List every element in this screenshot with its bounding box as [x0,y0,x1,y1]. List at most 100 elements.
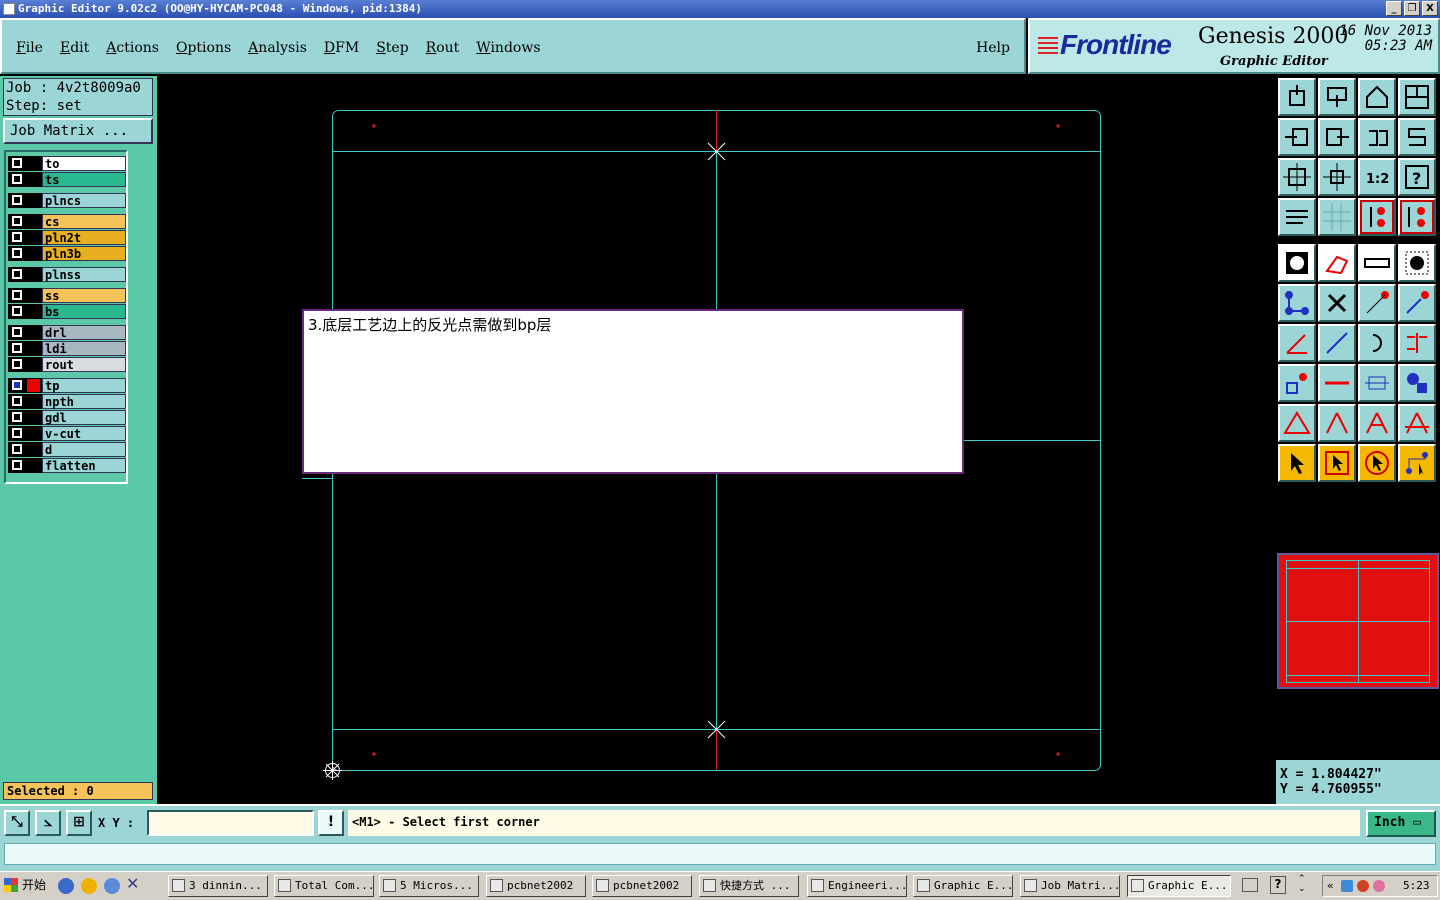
polygon-icon[interactable] [1318,244,1356,282]
layer-row[interactable]: plnss [8,267,126,282]
menu-windows[interactable]: Windows [476,40,540,56]
zoom-home-icon[interactable] [1278,78,1316,116]
overview-map[interactable] [1277,553,1439,689]
a-frame-icon[interactable] [1318,404,1356,442]
menu-step[interactable]: Step [376,40,408,56]
triangle-icon[interactable] [1278,404,1316,442]
tray-expand-icon[interactable]: « [1327,876,1334,896]
home-icon[interactable] [1358,78,1396,116]
layer-name[interactable]: tp [42,378,126,393]
layer-checkbox[interactable] [8,341,42,356]
pointer-net-icon[interactable] [1398,444,1436,482]
units-select[interactable]: Inch ▭ [1366,810,1436,837]
circle-select-icon[interactable] [1398,244,1436,282]
layer-name[interactable]: cs [42,214,126,229]
layer-checkbox[interactable] [8,357,42,372]
layer-row[interactable]: ts [8,172,126,187]
close-button[interactable]: X [1422,1,1438,16]
layer-row[interactable]: pln2t [8,230,126,245]
tray-app-icon[interactable] [1357,880,1369,892]
pan-left-icon[interactable] [1278,118,1316,156]
ie-icon[interactable] [58,878,74,894]
layer-name[interactable]: pln2t [42,230,126,245]
layer-name[interactable]: plnss [42,267,126,282]
tray-app-icon[interactable] [1373,880,1385,892]
tools-icon[interactable] [1278,198,1316,236]
layer-row[interactable]: flatten [8,458,126,473]
layer-row[interactable]: bs [8,304,126,319]
layer-checkbox[interactable] [8,156,42,171]
layer-name[interactable]: npth [42,394,126,409]
warning-icon[interactable]: ! [318,810,344,836]
horizontal-line-icon[interactable] [1318,364,1356,402]
help-query-icon[interactable]: ? [1398,158,1436,196]
layer-name[interactable]: pln3b [42,246,126,261]
layer-checkbox[interactable] [8,193,42,208]
layer-checkbox[interactable] [8,442,42,457]
taskbar-button[interactable]: Graphic E... [913,875,1013,897]
layer-row[interactable]: tp [8,378,126,393]
layer-row[interactable]: gdl [8,410,126,425]
pointer-circle-icon[interactable] [1358,444,1396,482]
menu-file[interactable]: File [16,40,43,56]
layer-checkbox[interactable] [8,394,42,409]
layer-row[interactable]: ss [8,288,126,303]
pan-right-icon[interactable] [1318,118,1356,156]
layer-checkbox[interactable] [8,325,42,340]
layer-row[interactable]: to [8,156,126,171]
layer-row[interactable]: pln3b [8,246,126,261]
menu-edit[interactable]: Edit [60,40,89,56]
taskbar-button[interactable]: 5 Micros... [379,875,479,897]
menu-analysis[interactable]: Analysis [248,40,307,56]
layer-row[interactable]: ldi [8,341,126,356]
layer-checkbox[interactable] [8,304,42,319]
snap-icon[interactable]: ⦣ [35,810,61,836]
layer-name[interactable]: to [42,156,126,171]
menu-help[interactable]: Help [976,40,1010,56]
zoom-window-icon[interactable]: ⤡ [4,810,30,836]
graphic-canvas[interactable]: 3.底层工艺边上的反光点需做到bp层 [157,76,1275,804]
taskbar-button[interactable]: Total Com... [274,875,374,897]
layer-checkbox[interactable] [8,214,42,229]
network-icon[interactable] [1341,880,1353,892]
language-arrows-icon[interactable]: ⌃ ⌄ [1298,874,1306,894]
pointer-icon[interactable] [1278,444,1316,482]
menu-options[interactable]: Options [176,40,231,56]
pointer-box-icon[interactable] [1318,444,1356,482]
browser-icon[interactable] [104,878,120,894]
taskbar-button[interactable]: Graphic E... [1127,875,1231,897]
grid-snap-icon[interactable]: ⊞ [66,810,92,836]
layer-checkbox[interactable] [8,267,42,282]
layer-name[interactable]: bs [42,304,126,319]
a-frame-cross-icon[interactable] [1398,404,1436,442]
layer-checkbox[interactable] [8,246,42,261]
layer-checkbox[interactable] [8,230,42,245]
menu-rout[interactable]: Rout [426,40,460,56]
taskbar-button[interactable]: Job Matri... [1020,875,1120,897]
layer-name[interactable]: ss [42,288,126,303]
menu-dfm[interactable]: DFM [324,40,359,56]
pad-select-icon[interactable] [1278,244,1316,282]
measure-icon[interactable] [1358,364,1396,402]
taskbar-button[interactable]: pcbnet2002 [486,875,586,897]
layer-row[interactable]: v-cut [8,426,126,441]
taskbar-button[interactable]: Engineeri... [807,875,907,897]
line-point-icon[interactable] [1398,284,1436,322]
angle-icon[interactable] [1278,324,1316,362]
layer-checkbox[interactable] [8,458,42,473]
arc-icon[interactable] [1358,324,1396,362]
layer-checkbox[interactable] [8,172,42,187]
layer-row[interactable]: cs [8,214,126,229]
layer-checkbox[interactable] [8,288,42,303]
rotate-icon[interactable] [1358,118,1396,156]
move-point-icon[interactable] [1278,364,1316,402]
layer-row[interactable]: npth [8,394,126,409]
layer-scrollbar[interactable] [130,150,154,484]
start-button[interactable]: 开始 [2,875,46,897]
layer-checkbox[interactable] [8,426,42,441]
split-view-icon[interactable] [1398,78,1436,116]
help-icon[interactable]: ? [1270,876,1286,894]
keyboard-icon[interactable] [1242,878,1258,892]
snap-layers-icon[interactable] [1358,198,1396,236]
snap-layers-alt-icon[interactable] [1398,198,1436,236]
